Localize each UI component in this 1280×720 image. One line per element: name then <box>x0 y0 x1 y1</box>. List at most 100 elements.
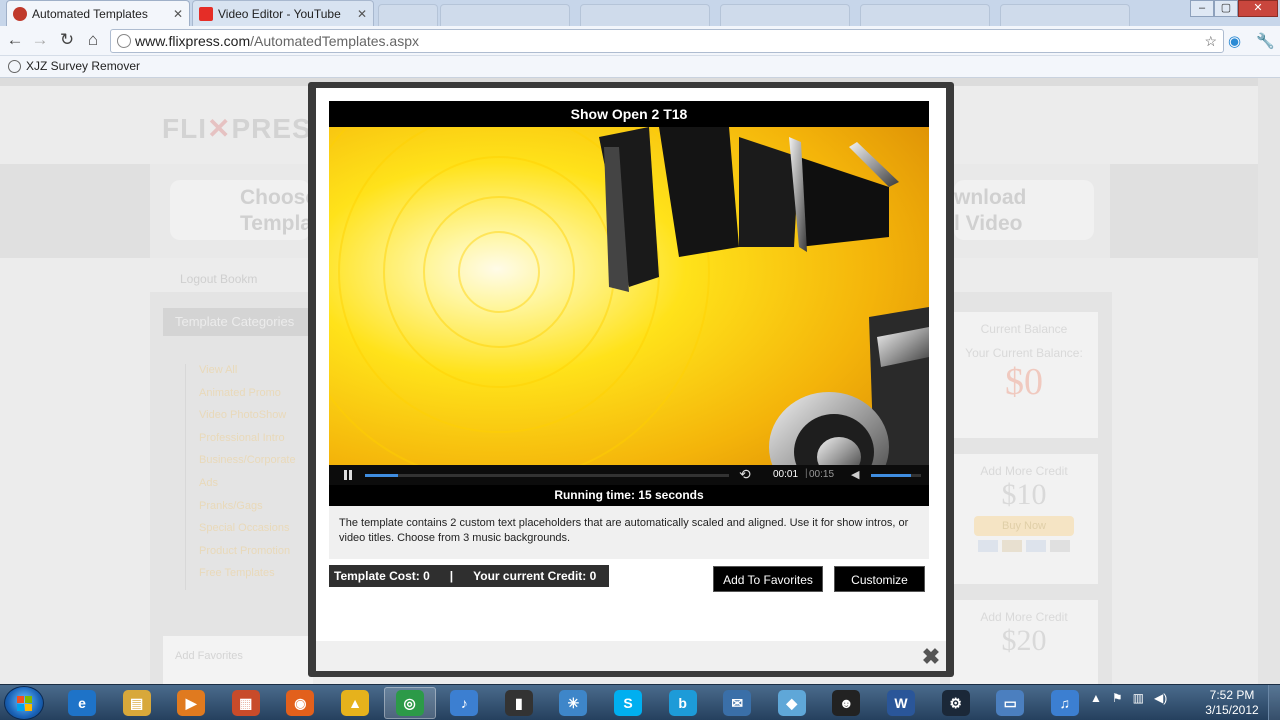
close-window-button[interactable]: ✕ <box>1238 0 1278 17</box>
taskbar-thunderbird-button[interactable]: ✉ <box>711 687 763 719</box>
category-item[interactable]: Professional Intro <box>185 431 296 455</box>
category-item[interactable]: Business/Corporate <box>185 454 296 477</box>
blurred-tab[interactable] <box>440 4 570 26</box>
seek-progress <box>365 474 398 477</box>
taskbar-chrome-button[interactable]: ◎ <box>383 687 436 719</box>
flixpress-favicon-icon <box>13 6 27 21</box>
show-hidden-icons-icon[interactable]: ▲ <box>1090 691 1102 705</box>
reload-icon[interactable]: ↻ <box>56 30 78 50</box>
volume-slider[interactable] <box>871 474 921 477</box>
cost-credit-bar: Template Cost: 0 | Your current Credit: 0 <box>329 565 609 587</box>
start-button[interactable] <box>4 686 44 720</box>
bookmark-icon <box>8 59 21 73</box>
page-scrollbar[interactable] <box>1258 78 1280 684</box>
taskbar-skype-button[interactable]: S <box>602 687 654 719</box>
category-item[interactable]: Free Templates <box>185 567 296 590</box>
taskbar-remote-desktop-button[interactable]: ▭ <box>984 687 1036 719</box>
taskbar-firefox-button[interactable]: ◉ <box>274 687 326 719</box>
skype-icon: S <box>614 690 642 716</box>
thunderbird-icon: ✉ <box>723 690 752 716</box>
credit-amount: $20 <box>1001 624 1047 657</box>
time-separator: | <box>805 468 808 479</box>
category-item[interactable]: View All <box>185 364 296 387</box>
taskbar-itunes-2-button[interactable]: ♫ <box>1039 687 1091 719</box>
customize-button[interactable]: Customize <box>834 566 925 592</box>
windows-taskbar: e ▤ ▶ ▦ ◉ ▲ ◎ ♪ ▮ ✳ Sb ✉ ◆ ☻ W ⚙ ▭ ♫ ▲ ⚑ ▥ ◀) 7:52 PM 3/1… <box>0 684 1280 720</box>
taskbar-phone-app-button[interactable]: ▮ <box>493 687 545 719</box>
current-balance-box: Current Balance Your Current Balance: $0 <box>950 312 1098 438</box>
blurb-icon: b <box>668 690 697 716</box>
pause-icon[interactable] <box>343 470 353 480</box>
taskbar-notes-app-button[interactable]: ◆ <box>766 687 818 719</box>
buy-now-button[interactable]: Buy Now <box>974 516 1074 536</box>
blurred-tab[interactable] <box>1000 4 1130 26</box>
network-icon[interactable]: ▥ <box>1133 691 1144 705</box>
taskbar-internet-explorer-button[interactable]: e <box>56 687 108 719</box>
logo-x-icon: ✕ <box>207 113 232 144</box>
forward-arrow-icon[interactable]: → <box>29 30 51 50</box>
bookmark-xjz-survey-remover[interactable]: XJZ Survey Remover <box>8 59 140 73</box>
template-cost: Template Cost: 0 <box>334 569 430 583</box>
clock[interactable]: 7:52 PM 3/15/2012 <box>1200 688 1264 718</box>
category-item[interactable]: Pranks/Gags <box>185 499 296 523</box>
maximize-button[interactable]: ▢ <box>1214 0 1238 17</box>
blurred-tab[interactable] <box>860 4 990 26</box>
back-arrow-icon[interactable]: ← <box>4 30 26 50</box>
close-tab-icon[interactable]: ✕ <box>173 7 183 21</box>
video-frame[interactable] <box>329 127 929 465</box>
minimize-button[interactable]: – <box>1190 0 1214 17</box>
taskbar-steam-button[interactable]: ⚙ <box>930 687 982 719</box>
volume-tray-icon[interactable]: ◀) <box>1154 691 1167 705</box>
mascot-app-icon: ☻ <box>832 690 861 716</box>
taskbar-file-explorer-button[interactable]: ▤ <box>111 687 163 719</box>
notes-app-icon: ◆ <box>777 690 806 716</box>
template-description: The template contains 2 custom text plac… <box>329 506 929 559</box>
word-icon: W <box>887 690 915 716</box>
extension-icon[interactable]: ◉ <box>1228 32 1241 50</box>
logo-text: FLI <box>162 113 207 144</box>
new-tab-button[interactable] <box>378 4 438 26</box>
wrench-menu-icon[interactable]: 🔧 <box>1256 32 1275 50</box>
taskbar-safari-button[interactable]: ✳ <box>547 687 599 719</box>
safari-icon: ✳ <box>559 690 588 716</box>
cost-separator: | <box>449 569 454 583</box>
category-item[interactable]: Special Occasions <box>185 522 296 545</box>
replay-icon[interactable]: ⟲ <box>739 466 751 483</box>
show-desktop-button[interactable] <box>1268 685 1280 720</box>
category-item[interactable]: Video PhotoShow <box>185 409 296 432</box>
taskbar-media-player-button[interactable]: ▶ <box>165 687 217 719</box>
media-player-icon: ▶ <box>177 690 206 716</box>
itunes-2-icon: ♫ <box>1050 690 1079 716</box>
credit-amount: $10 <box>1001 478 1047 511</box>
video-controls: ⟲ 00:01 | 00:15 ◀ <box>329 465 929 485</box>
category-item[interactable]: Product Promotion <box>185 544 296 568</box>
taskbar-word-button[interactable]: W <box>875 687 927 719</box>
taskbar-mascot-app-button[interactable]: ☻ <box>820 687 872 719</box>
bookmark-star-icon[interactable]: ☆ <box>1204 30 1217 52</box>
home-icon[interactable]: ⌂ <box>82 30 104 50</box>
add-credit-10-box: Add More Credit $10 Buy Now <box>950 454 1098 584</box>
category-item[interactable]: Ads <box>185 476 296 500</box>
volume-icon[interactable]: ◀ <box>851 468 859 481</box>
taskbar-shapes-app-button[interactable]: ▲ <box>329 687 381 719</box>
seek-bar[interactable] <box>365 474 729 477</box>
flag-icon[interactable]: ⚑ <box>1112 691 1123 705</box>
add-to-favorites-button[interactable]: Add To Favorites <box>713 566 823 592</box>
address-bar[interactable]: www.flixpress.com/AutomatedTemplates.asp… <box>110 29 1224 53</box>
video-player: Show Open 2 T18 ⟲ 00:01 | 00:15 ◀ Runnin… <box>329 101 929 506</box>
current-time: 00:01 <box>773 469 799 480</box>
taskbar-control-panel-button[interactable]: ▦ <box>220 687 272 719</box>
blurred-tab[interactable] <box>720 4 850 26</box>
tab-automated-templates[interactable]: Automated Templates ✕ <box>6 0 190 26</box>
category-item[interactable]: Animated Promo <box>185 386 296 410</box>
windows-logo-icon <box>17 696 33 712</box>
clock-date: 3/15/2012 <box>1205 703 1259 717</box>
blurred-tab[interactable] <box>580 4 710 26</box>
close-tab-icon[interactable]: ✕ <box>357 7 367 21</box>
taskbar-blurb-button[interactable]: b <box>657 687 709 719</box>
taskbar-itunes-button[interactable]: ♪ <box>438 687 490 719</box>
tab-label: Automated Templates <box>32 6 148 21</box>
tab-video-editor-youtube[interactable]: Video Editor - YouTube ✕ <box>192 0 374 26</box>
categories-title: Template Categories <box>163 308 313 336</box>
close-modal-icon[interactable]: ✖ <box>920 646 942 668</box>
